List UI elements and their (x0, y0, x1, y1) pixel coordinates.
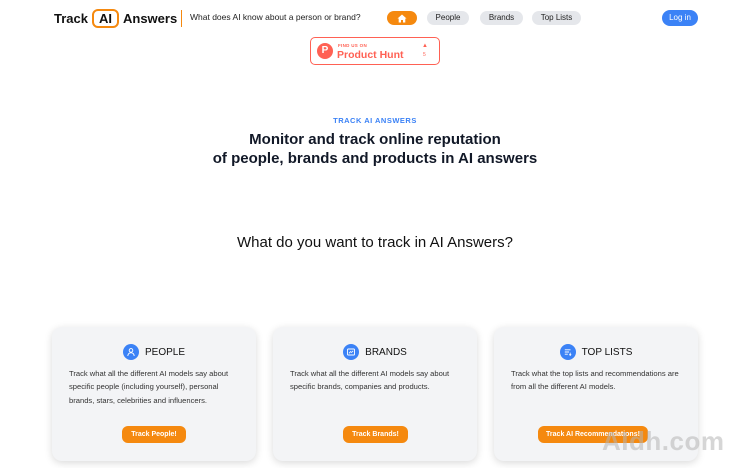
list-icon (559, 344, 576, 360)
brand-icon (343, 344, 360, 360)
upvote-arrow-icon: ▲ (422, 43, 428, 49)
person-icon (122, 344, 139, 360)
hero-title: Monitor and track online reputation of p… (0, 130, 750, 168)
card-title: TOP LISTS (581, 346, 633, 358)
card-description: Track what all the different AI models s… (290, 369, 450, 392)
nav-home-button[interactable] (387, 11, 417, 25)
logo-text-answers: Answers (122, 11, 178, 26)
product-hunt-badge[interactable]: P FIND US ON Product Hunt ▲ 5 (310, 37, 440, 65)
card-title: BRANDS (365, 346, 407, 358)
nav-brands-button[interactable]: Brands (480, 11, 523, 25)
product-hunt-small-text: FIND US ON (338, 43, 368, 48)
logo-text-track: Track (54, 11, 88, 26)
product-hunt-title: Product Hunt (337, 49, 404, 61)
header: Track AI Answers What does AI know about… (0, 0, 750, 36)
hero-title-line-1: Monitor and track online reputation (249, 131, 501, 148)
track-question: What do you want to track in AI Answers? (237, 234, 513, 251)
card-header: TOP LISTS (494, 344, 698, 360)
track-people-button[interactable]: Track People! (122, 426, 186, 443)
nav-top-lists-button[interactable]: Top Lists (532, 11, 581, 25)
track-brands-button[interactable]: Track Brands! (343, 426, 408, 443)
brands-card: BRANDS Track what all the different AI m… (273, 327, 477, 461)
tagline: What does AI know about a person or bran… (190, 12, 361, 22)
logo-text-ai: AI (91, 9, 119, 28)
watermark: AIdh.com (602, 426, 725, 456)
people-card: PEOPLE Track what all the different AI m… (52, 327, 256, 461)
logo[interactable]: Track AI Answers (54, 9, 177, 28)
card-description: Track what the top lists and recommendat… (511, 369, 679, 392)
card-header: PEOPLE (52, 344, 256, 360)
card-title: PEOPLE (144, 346, 186, 358)
card-description: Track what all the different AI models s… (69, 369, 229, 405)
product-hunt-logo-icon: P (317, 43, 333, 59)
hero-eyebrow: TRACK AI ANSWERS (333, 116, 417, 125)
home-icon (397, 14, 407, 22)
upvote-count: 5 (423, 52, 426, 58)
login-button[interactable]: Log in (662, 10, 698, 26)
logo-divider (181, 10, 182, 27)
card-header: BRANDS (273, 344, 477, 360)
hero-title-line-2: of people, brands and products in AI ans… (212, 150, 538, 167)
nav-people-button[interactable]: People (427, 11, 469, 25)
